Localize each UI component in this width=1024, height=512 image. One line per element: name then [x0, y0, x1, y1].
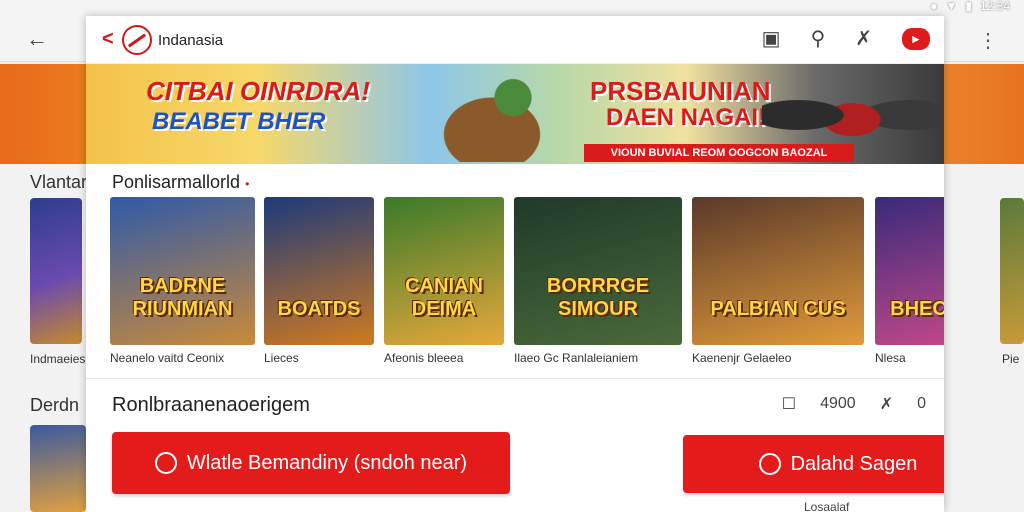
game-thumbnail-label: BOATDS [277, 298, 361, 320]
main-panel: < Indanasia ▣ ⚲ ✗ ► CITBAI OINRDRA! BEAB… [86, 16, 944, 512]
secondary-action-button[interactable]: Dalahd Sagen [683, 435, 944, 493]
banner-subtitle-left: BEABET BHER [152, 108, 326, 135]
game-caption: Lieces [264, 351, 299, 365]
bookmark-icon[interactable]: ☐ [782, 394, 796, 414]
background-game-caption: Pie [1002, 352, 1020, 366]
brand-logo [122, 25, 152, 55]
background-game-card[interactable] [30, 425, 86, 512]
search-icon[interactable]: ⚲ [811, 26, 826, 51]
background-game-caption: Indmaeies [30, 352, 86, 366]
game-caption: Ilaeo Gc Ranlaleianiem [514, 351, 639, 365]
game-thumbnail[interactable]: BOATDS [264, 197, 374, 345]
chat-icon [758, 453, 781, 475]
game-thumbnail[interactable]: BHECSM [875, 197, 944, 345]
primary-action-label: Wlatle Bemandiny (sndoh near) [186, 451, 468, 474]
section-title-text: Ponlisarmallorld [112, 172, 241, 192]
game-carousel: BADRNE RIUNMIAN Neanelo vaitd Ceonix BOA… [110, 197, 944, 367]
share-icon[interactable]: ✗ [855, 26, 872, 51]
game-card[interactable]: BOATDS Lieces [264, 197, 374, 365]
banner-figures-image [762, 68, 942, 162]
game-card[interactable]: BORRRGE SIMOUR Ilaeo Gc Ranlaleianiem [514, 197, 682, 365]
game-thumbnail-label: CANIAN DEIMA [405, 275, 483, 320]
game-thumbnail-label: PALBIAN CUS [710, 298, 846, 320]
section-title-popular: Ponlisarmallorld • [112, 172, 249, 193]
section-marker-icon: • [245, 177, 250, 191]
promo-banner[interactable]: CITBAI OINRDRA! BEABET BHER PRSBAIUNIAN … [86, 64, 944, 164]
background-game-card[interactable] [1000, 198, 1024, 344]
promo-stats: ☐ 4900 ✗ 0 [782, 394, 926, 414]
secondary-action-subtext: Losaalaf [804, 500, 850, 512]
game-thumbnail-label: BORRRGE SIMOUR [546, 275, 650, 320]
game-card[interactable]: PALBIAN CUS Kaenenjr Gelaeleo [692, 197, 864, 365]
header-actions: ▣ ⚲ ✗ ► [762, 26, 930, 51]
banner-character-image [436, 70, 576, 162]
background-more-icon[interactable]: ⋮ [978, 28, 998, 53]
game-thumbnail-label: BADRNE RIUNMIAN [132, 275, 233, 320]
signal-icon: ▼ [945, 0, 958, 13]
status-bar: ● ▼ ▮ 12:34 [930, 0, 1010, 13]
game-thumbnail-label: BHECSM [890, 298, 944, 320]
banner-title-right: PRSBAIUNIAN [590, 76, 771, 106]
panel-header: < Indanasia ▣ ⚲ ✗ ► [86, 16, 944, 64]
game-caption: Nlesa [875, 351, 906, 365]
back-icon[interactable]: < [102, 28, 114, 51]
banner-subtitle-right: DAEN NAGAI! [606, 104, 766, 131]
game-thumbnail[interactable]: BORRRGE SIMOUR [514, 197, 682, 345]
wifi-icon: ● [930, 0, 938, 13]
share-icon[interactable]: ✗ [880, 394, 893, 414]
compass-icon [154, 452, 177, 474]
game-card[interactable]: BHECSM Nlesa [875, 197, 944, 365]
promo-title: Ronlbraanenaoerigem [112, 394, 310, 416]
background-back-icon[interactable]: ← [26, 26, 48, 52]
likes-count: 4900 [820, 395, 856, 412]
calendar-icon[interactable]: ▣ [762, 26, 781, 51]
game-caption: Neanelo vaitd Ceonix [110, 351, 225, 365]
background-game-card[interactable] [30, 198, 82, 344]
game-card[interactable]: BADRNE RIUNMIAN Neanelo vaitd Ceonix [110, 197, 255, 365]
game-card[interactable]: CANIAN DEIMA Afeonis bleeea [384, 197, 504, 365]
page-title: Indanasia [158, 32, 224, 49]
game-thumbnail[interactable]: PALBIAN CUS [692, 197, 864, 345]
game-caption: Afeonis bleeea [384, 351, 464, 365]
battery-icon: ▮ [965, 0, 972, 13]
background-section-title: Vlantar [30, 172, 88, 192]
primary-action-button[interactable]: Wlatle Bemandiny (sndoh near) [112, 432, 510, 494]
notification-icon[interactable]: ► [902, 27, 930, 50]
section-divider [86, 378, 944, 379]
status-time: 12:34 [979, 0, 1010, 13]
secondary-action-label: Dalahd Sagen [790, 452, 918, 475]
game-thumbnail[interactable]: BADRNE RIUNMIAN [110, 197, 255, 345]
shares-count: 0 [917, 395, 926, 412]
game-caption: Kaenenjr Gelaeleo [692, 351, 792, 365]
game-thumbnail[interactable]: CANIAN DEIMA [384, 197, 504, 345]
banner-title-left: CITBAI OINRDRA! [146, 76, 370, 106]
background-section-title: Derdn [30, 395, 80, 415]
